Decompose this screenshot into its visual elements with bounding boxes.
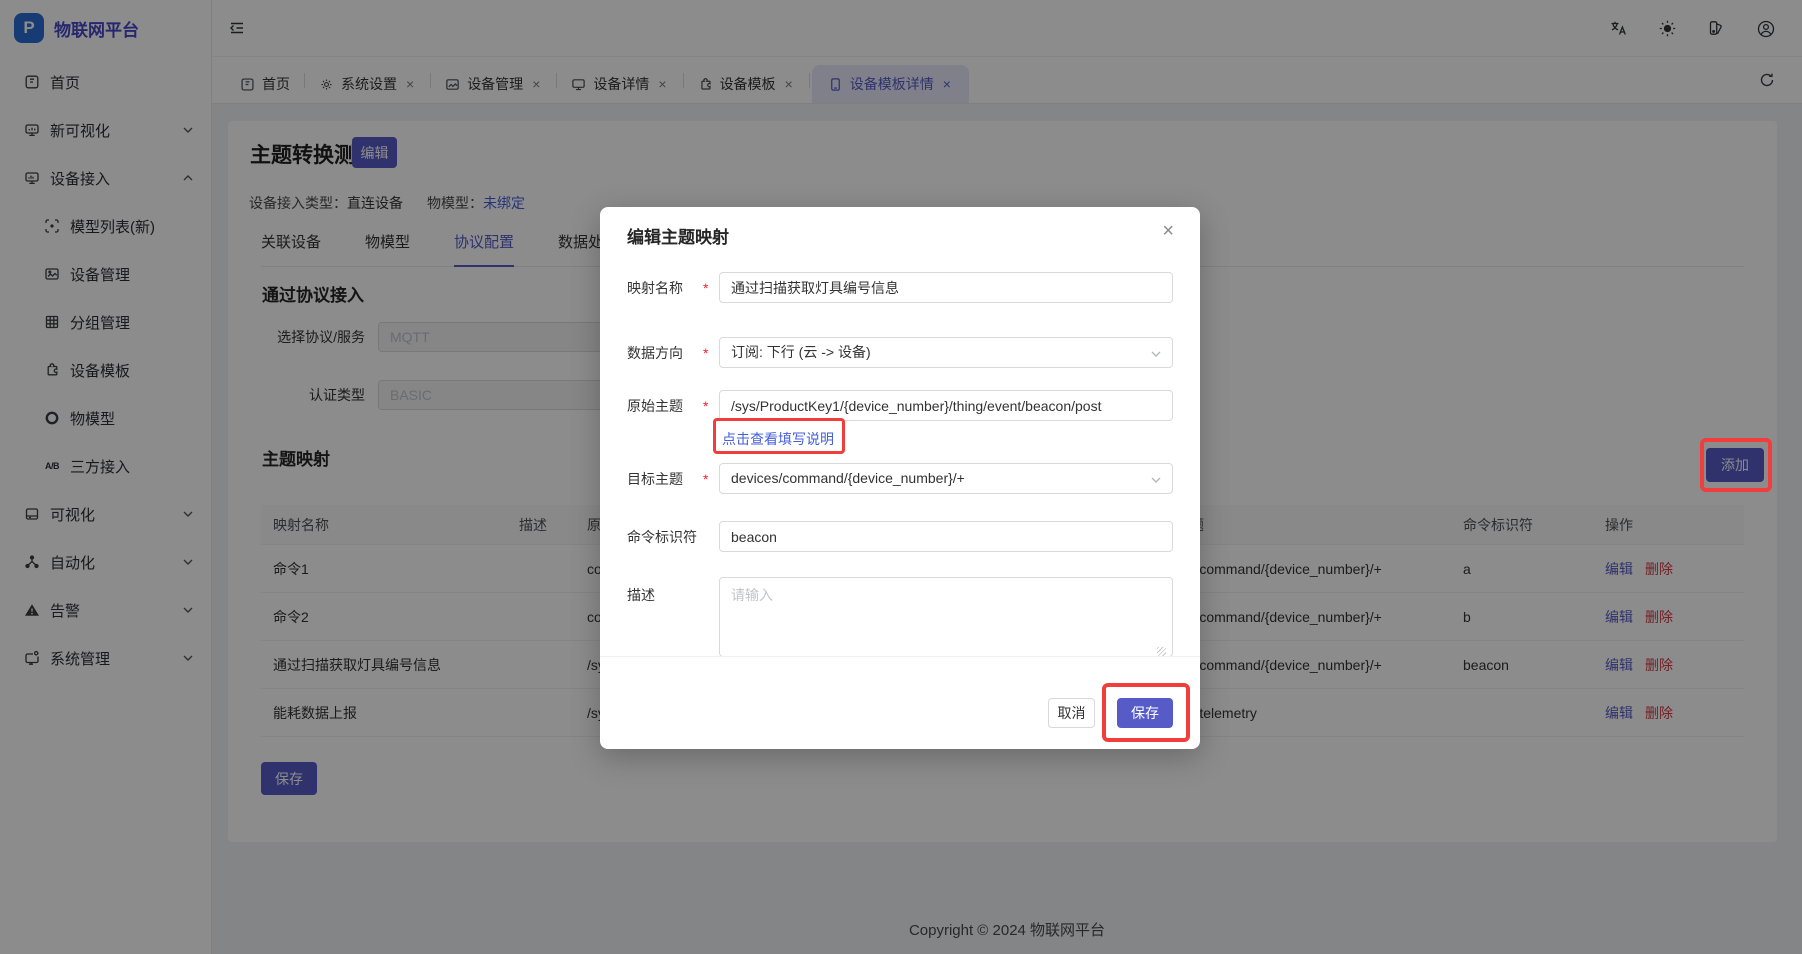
required-mark: *	[703, 280, 719, 296]
app-root: P 物联网平台 首页 新可视化 设备接入 模型列表(新)	[0, 0, 1802, 954]
data-direction-select[interactable]: 订阅: 下行 (云 -> 设备)	[719, 337, 1173, 368]
required-mark: *	[703, 345, 719, 361]
chevron-down-icon	[1151, 351, 1161, 357]
required-mark: *	[703, 398, 719, 414]
command-id-label: 命令标识符	[627, 527, 703, 547]
cancel-button[interactable]: 取消	[1048, 698, 1095, 728]
command-id-row: 命令标识符	[627, 521, 1173, 552]
mapping-name-input[interactable]	[719, 272, 1173, 303]
edit-topic-mapping-modal: 编辑主题映射 × 映射名称 * 数据方向 * 订阅: 下行 (云 -> 设备) …	[600, 207, 1200, 749]
data-direction-row: 数据方向 * 订阅: 下行 (云 -> 设备)	[627, 337, 1173, 368]
save-button[interactable]: 保存	[1117, 698, 1173, 728]
modal-title: 编辑主题映射	[627, 223, 729, 248]
description-textarea[interactable]	[719, 577, 1173, 657]
target-topic-select[interactable]: devices/command/{device_number}/+	[719, 463, 1173, 494]
target-topic-label: 目标主题	[627, 469, 703, 489]
close-icon[interactable]: ×	[1158, 219, 1178, 243]
mapping-name-row: 映射名称 *	[627, 272, 1173, 303]
origin-topic-label: 原始主题	[627, 396, 703, 416]
textarea-resize-handle[interactable]	[1157, 647, 1166, 656]
description-row: 描述	[627, 577, 1173, 657]
command-id-input[interactable]	[719, 521, 1173, 552]
fill-instructions-link[interactable]: 点击查看填写说明	[722, 429, 834, 449]
target-topic-value: devices/command/{device_number}/+	[731, 470, 965, 486]
mapping-name-label: 映射名称	[627, 278, 703, 298]
required-mark: *	[703, 471, 719, 487]
description-label: 描述	[627, 577, 703, 605]
chevron-down-icon	[1151, 477, 1161, 483]
origin-topic-row: 原始主题 *	[627, 390, 1173, 421]
origin-topic-input[interactable]	[719, 390, 1173, 421]
modal-footer-divider	[600, 656, 1200, 657]
data-direction-label: 数据方向	[627, 343, 703, 363]
data-direction-value: 订阅: 下行 (云 -> 设备)	[731, 344, 871, 360]
target-topic-row: 目标主题 * devices/command/{device_number}/+	[627, 463, 1173, 494]
